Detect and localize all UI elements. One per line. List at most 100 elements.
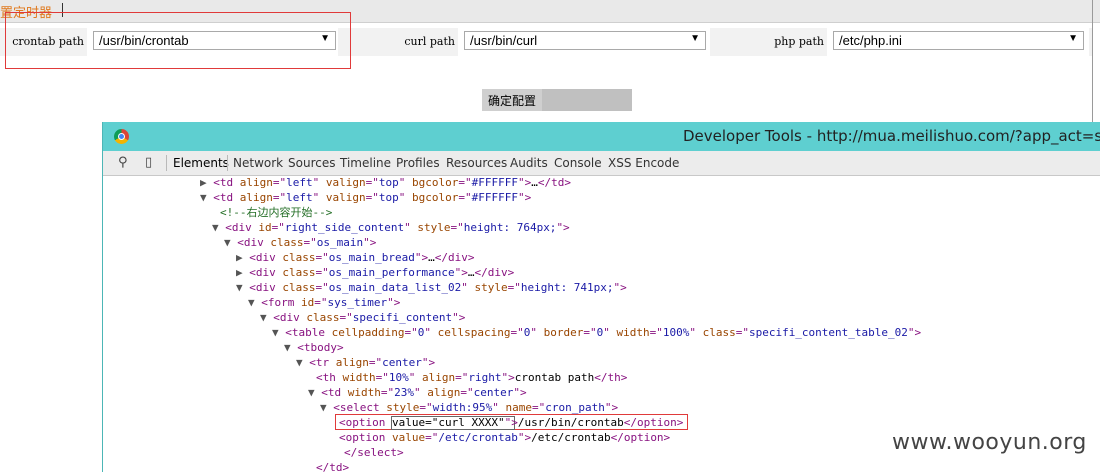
curl-path-label: curl path — [404, 35, 455, 48]
devtools-toolbar: ⚲ ▯ Elements Network Sources Timeline Pr… — [103, 151, 1100, 176]
tab-profiles[interactable]: Profiles — [396, 156, 440, 170]
expand-triangle-icon[interactable]: ▼ — [272, 326, 285, 339]
token-val: os_main_bread — [328, 251, 415, 264]
token-tag: <tbody> — [297, 341, 344, 354]
expand-triangle-icon[interactable]: ▼ — [284, 341, 297, 354]
token-tag: =" — [458, 176, 472, 189]
expand-triangle-icon[interactable]: ▼ — [224, 236, 237, 249]
token-tag: "> — [421, 356, 436, 369]
token-tag: =" — [425, 431, 439, 444]
token-tag: <th — [316, 371, 343, 384]
token-tag: =" — [339, 311, 353, 324]
token-tag: " — [398, 176, 412, 189]
tab-network[interactable]: Network — [233, 156, 283, 170]
collapse-triangle-icon[interactable]: ▶ — [236, 251, 249, 264]
token-tag: =" — [375, 371, 389, 384]
token-tag: =" — [455, 371, 469, 384]
token-attr: class — [282, 251, 316, 264]
token-tag: <div — [249, 266, 283, 279]
token-tag: =" — [315, 266, 329, 279]
token-attr: bgcolor — [412, 191, 459, 204]
token-tag: "> — [387, 296, 401, 309]
expand-triangle-icon[interactable]: ▼ — [248, 296, 261, 309]
token-tag: <form — [261, 296, 301, 309]
expand-triangle-icon[interactable]: ▼ — [320, 401, 333, 414]
dom-line-content: ▼ <div class="os_main"> — [224, 235, 376, 250]
search-icon[interactable]: ⚲ — [118, 155, 128, 170]
elements-tree: ▶ <td align="left" valign="top" bgcolor=… — [103, 175, 1100, 474]
token-cmt: <!--右边内容开始--> — [220, 206, 333, 219]
token-tag: <div — [273, 311, 307, 324]
token-attr: align — [239, 191, 273, 204]
expand-triangle-icon[interactable]: ▼ — [308, 386, 321, 399]
dom-line-selected[interactable]: <option value="curl XXXX"">/usr/bin/cron… — [103, 415, 1100, 430]
token-tag: =" — [365, 176, 379, 189]
token-tag: " — [312, 191, 326, 204]
token-tag: "> — [363, 236, 377, 249]
tab-console[interactable]: Console — [554, 156, 602, 170]
token-tag: </select> — [344, 446, 404, 459]
token-val: height: 741px; — [520, 281, 614, 294]
expand-triangle-icon[interactable]: ▼ — [200, 191, 213, 204]
curl-path-cell: /usr/bin/curl ▼ — [458, 28, 710, 56]
token-tag: </td> — [537, 176, 571, 189]
chevron-down-icon: ▼ — [690, 33, 700, 44]
tab-audits[interactable]: Audits — [510, 156, 548, 170]
curl-path-select[interactable]: /usr/bin/curl ▼ — [464, 31, 706, 50]
tab-elements[interactable]: Elements — [173, 156, 229, 170]
token-tag: =" — [368, 356, 383, 369]
token-tag: =" — [735, 326, 749, 339]
devtools-window: Developer Tools - http://mua.meilishuo.c… — [102, 122, 1100, 474]
token-tag: "> — [613, 281, 627, 294]
token-tag: </td> — [316, 461, 350, 474]
token-tag: <option — [339, 431, 392, 444]
token-attr: align — [335, 356, 369, 369]
token-tag: =" — [507, 281, 521, 294]
token-tag: "> — [517, 176, 532, 189]
tab-resources[interactable]: Resources — [446, 156, 507, 170]
php-path-select[interactable]: /etc/php.ini ▼ — [833, 31, 1084, 50]
token-attr: class — [270, 236, 304, 249]
token-val: width:95% — [432, 401, 493, 414]
dom-line-content: ▶ <div class="os_main_bread">…</div> — [236, 250, 474, 265]
token-val: right — [468, 371, 502, 384]
expand-triangle-icon[interactable]: ▼ — [212, 221, 225, 234]
token-tag: "> — [604, 401, 619, 414]
token-tag: " — [603, 326, 617, 339]
collapse-triangle-icon[interactable]: ▶ — [236, 266, 249, 279]
toolbar-separator — [166, 155, 167, 171]
php-path-label: php path — [774, 35, 824, 48]
token-val: top — [378, 191, 399, 204]
expand-triangle-icon[interactable]: ▼ — [236, 281, 249, 294]
token-tag: <tr — [309, 356, 336, 369]
expand-triangle-icon[interactable]: ▼ — [260, 311, 273, 324]
crontab-highlight-box — [5, 12, 351, 69]
tab-sources[interactable]: Sources — [288, 156, 335, 170]
token-tag: =" — [450, 221, 464, 234]
token-txt: crontab path — [514, 371, 595, 384]
token-tag: </div> — [474, 266, 515, 279]
expand-triangle-icon[interactable]: ▼ — [296, 356, 309, 369]
token-tag: " — [492, 401, 506, 414]
tab-timeline[interactable]: Timeline — [340, 156, 391, 170]
token-val: height: 764px; — [463, 221, 557, 234]
token-tag: "> — [556, 221, 570, 234]
tab-xss-encode[interactable]: XSS Encode — [608, 156, 679, 170]
token-tag: " — [689, 326, 703, 339]
token-attr: style — [386, 401, 420, 414]
device-mode-icon[interactable]: ▯ — [145, 155, 152, 170]
php-path-cell: /etc/php.ini ▼ — [827, 28, 1089, 56]
confirm-config-button[interactable]: 确定配置 — [482, 89, 632, 111]
token-tag: =" — [365, 191, 379, 204]
token-val: center — [382, 356, 422, 369]
token-txt: … — [428, 251, 435, 264]
token-val: center — [473, 386, 514, 399]
token-tag: " — [312, 176, 326, 189]
collapse-triangle-icon[interactable]: ▶ — [200, 176, 213, 189]
toolbar-separator — [227, 155, 228, 171]
devtools-title: Developer Tools - http://mua.meilishuo.c… — [683, 127, 1100, 145]
token-tag: =" — [510, 326, 524, 339]
token-tag: " — [461, 281, 475, 294]
dom-line-content: ▼ <tr align="center"> — [296, 355, 435, 370]
token-tag: =" — [314, 296, 328, 309]
